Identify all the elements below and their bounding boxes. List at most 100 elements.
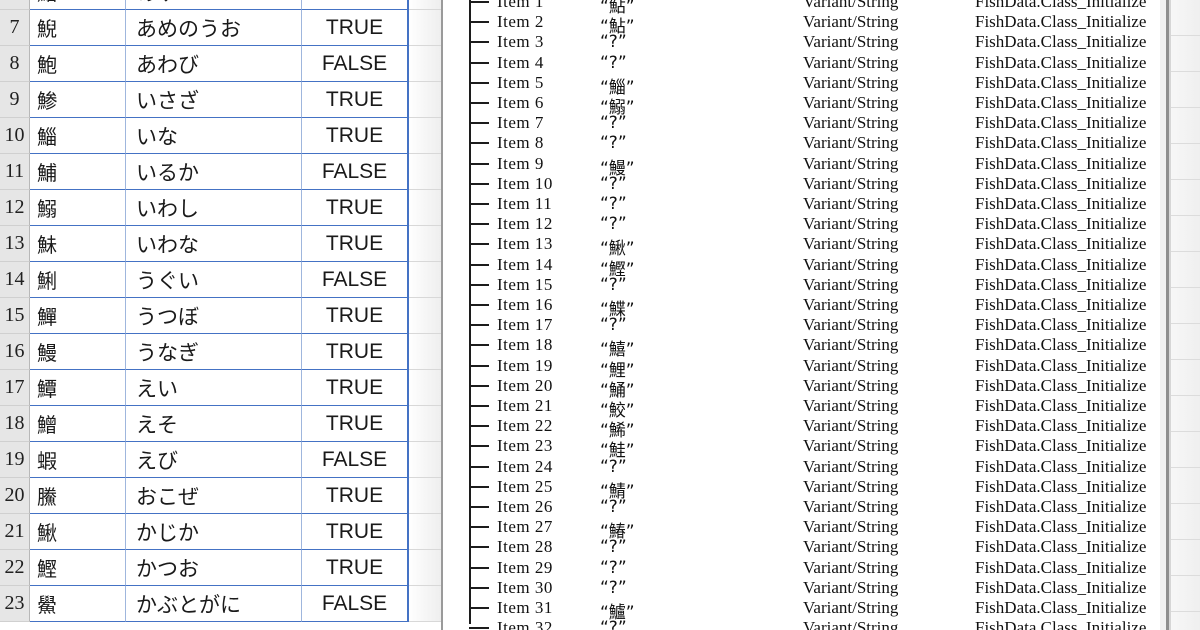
watch-item-name[interactable]: Item 1 bbox=[497, 0, 544, 12]
table-row[interactable]: 19 蝦えび FALSE bbox=[0, 442, 443, 478]
table-row[interactable]: 17 鱏えい TRUE bbox=[0, 370, 443, 406]
cell-empty[interactable] bbox=[409, 262, 443, 298]
cell-kanji[interactable]: 鯔 bbox=[30, 118, 126, 154]
cell-kanji[interactable]: 蝦 bbox=[30, 442, 126, 478]
watch-item-name[interactable]: Item 21 bbox=[497, 396, 553, 416]
cell-kanji[interactable]: 鰻 bbox=[30, 334, 126, 370]
row-header-cell[interactable]: 16 bbox=[0, 334, 30, 370]
cell-flag[interactable]: TRUE bbox=[302, 190, 409, 226]
watch-row[interactable]: Item 10 “?” Variant/String FishData.Class_I… bbox=[455, 174, 1168, 194]
cell-kana[interactable]: かつお bbox=[126, 550, 302, 586]
cell-flag[interactable]: TRUE bbox=[302, 0, 409, 10]
watch-row[interactable]: Item 23 “鮭” Variant/String FishData.Class_I… bbox=[455, 436, 1168, 461]
watch-item-value[interactable]: “?” bbox=[600, 558, 780, 578]
watch-item-name[interactable]: Item 31 bbox=[497, 598, 553, 618]
watch-row[interactable]: Item 22 “鯑” Variant/String FishData.Class_I… bbox=[455, 416, 1168, 441]
watch-row[interactable]: Item 12 “?” Variant/String FishData.Class_I… bbox=[455, 214, 1168, 234]
row-header-cell[interactable]: 23 bbox=[0, 586, 30, 622]
cell-kana[interactable]: あゆ bbox=[126, 0, 302, 10]
watch-item-name[interactable]: Item 26 bbox=[497, 497, 553, 517]
watch-item-name[interactable]: Item 22 bbox=[497, 416, 553, 436]
cell-kana[interactable]: いな bbox=[126, 118, 302, 154]
cell-flag[interactable]: TRUE bbox=[302, 478, 409, 514]
cell-kanji[interactable]: 鰍 bbox=[30, 514, 126, 550]
watch-row[interactable]: Item 32 “?” Variant/String FishData.Class_I… bbox=[455, 618, 1168, 630]
cell-empty[interactable] bbox=[409, 82, 443, 118]
cell-kanji[interactable]: 鯵 bbox=[30, 82, 126, 118]
cell-flag[interactable]: TRUE bbox=[302, 370, 409, 406]
watch-item-name[interactable]: Item 7 bbox=[497, 113, 544, 133]
cell-kanji[interactable]: 鰯 bbox=[30, 190, 126, 226]
watch-item-value[interactable]: “?” bbox=[600, 133, 780, 153]
cell-kanji[interactable]: 鱏 bbox=[30, 370, 126, 406]
row-header-cell[interactable]: 11 bbox=[0, 154, 30, 190]
watch-item-name[interactable]: Item 3 bbox=[497, 32, 544, 52]
cell-flag[interactable]: TRUE bbox=[302, 10, 409, 46]
table-row[interactable]: 14 鯏うぐい FALSE bbox=[0, 262, 443, 298]
watch-row[interactable]: Item 27 “鰆” Variant/String FishData.Class_I… bbox=[455, 517, 1168, 542]
cell-kana[interactable]: かじか bbox=[126, 514, 302, 550]
table-row[interactable]: 10 鯔いな TRUE bbox=[0, 118, 443, 154]
cell-kanji[interactable]: 鯢 bbox=[30, 10, 126, 46]
table-row[interactable]: 13 鮇いわな TRUE bbox=[0, 226, 443, 262]
watch-item-name[interactable]: Item 19 bbox=[497, 356, 553, 376]
cell-flag[interactable]: FALSE bbox=[302, 46, 409, 82]
table-row[interactable]: 6鮎あゆTRUE bbox=[0, 0, 443, 10]
watch-item-value[interactable]: “?” bbox=[600, 53, 780, 73]
watch-row[interactable]: Item 6 “鰯” Variant/String FishData.Class_In… bbox=[455, 93, 1168, 118]
cell-kana[interactable]: あめのうお bbox=[126, 10, 302, 46]
cell-kanji[interactable]: 鮎 bbox=[30, 0, 126, 10]
cell-flag[interactable]: FALSE bbox=[302, 154, 409, 190]
cell-kana[interactable]: いわな bbox=[126, 226, 302, 262]
row-header-cell[interactable]: 7 bbox=[0, 10, 30, 46]
watch-row[interactable]: Item 2 “鮎” Variant/String FishData.Class_In… bbox=[455, 12, 1168, 37]
row-header-cell[interactable]: 8 bbox=[0, 46, 30, 82]
watch-item-name[interactable]: Item 12 bbox=[497, 214, 553, 234]
watch-row[interactable]: Item 4 “?” Variant/String FishData.Class_In… bbox=[455, 53, 1168, 73]
watch-item-value[interactable]: “?” bbox=[600, 174, 780, 194]
cell-empty[interactable] bbox=[409, 298, 443, 334]
cell-empty[interactable] bbox=[409, 334, 443, 370]
cell-kanji[interactable]: 鰹 bbox=[30, 550, 126, 586]
cell-kana[interactable]: えそ bbox=[126, 406, 302, 442]
cell-flag[interactable]: TRUE bbox=[302, 82, 409, 118]
watch-item-value[interactable]: “?” bbox=[600, 497, 780, 517]
cell-flag[interactable]: TRUE bbox=[302, 514, 409, 550]
table-row[interactable]: 15 鱓うつぼ TRUE bbox=[0, 298, 443, 334]
cell-kana[interactable]: あわび bbox=[126, 46, 302, 82]
watch-row[interactable]: Item 7 “?” Variant/String FishData.Class_In… bbox=[455, 113, 1168, 133]
watch-item-value[interactable]: “?” bbox=[600, 457, 780, 477]
watch-row[interactable]: Item 18 “鱚” Variant/String FishData.Class_I… bbox=[455, 335, 1168, 360]
row-header-cell[interactable]: 22 bbox=[0, 550, 30, 586]
row-header-cell[interactable]: 13 bbox=[0, 226, 30, 262]
cell-empty[interactable] bbox=[409, 154, 443, 190]
cell-flag[interactable]: TRUE bbox=[302, 118, 409, 154]
watch-item-value[interactable]: “?” bbox=[600, 618, 780, 630]
cell-kanji[interactable]: 鱟 bbox=[30, 586, 126, 622]
cell-kana[interactable]: いるか bbox=[126, 154, 302, 190]
cell-kana[interactable]: いさざ bbox=[126, 82, 302, 118]
cell-empty[interactable] bbox=[409, 0, 443, 10]
cell-kanji[interactable]: 鯏 bbox=[30, 262, 126, 298]
cell-empty[interactable] bbox=[409, 118, 443, 154]
watch-item-name[interactable]: Item 15 bbox=[497, 275, 553, 295]
table-row[interactable]: 9 鯵いさざ TRUE bbox=[0, 82, 443, 118]
cell-flag[interactable]: TRUE bbox=[302, 226, 409, 262]
cell-empty[interactable] bbox=[409, 190, 443, 226]
row-header-cell[interactable]: 9 bbox=[0, 82, 30, 118]
row-header-cell[interactable]: 21 bbox=[0, 514, 30, 550]
table-row[interactable]: 20 鰧おこぜ TRUE bbox=[0, 478, 443, 514]
watch-item-value[interactable]: “?” bbox=[600, 275, 780, 295]
table-row[interactable]: 23 鱟かぶとがに FALSE bbox=[0, 586, 443, 622]
watch-row[interactable]: Item 19 “鯉” Variant/String FishData.Class_I… bbox=[455, 356, 1168, 381]
cell-flag[interactable]: TRUE bbox=[302, 550, 409, 586]
watch-item-name[interactable]: Item 29 bbox=[497, 558, 553, 578]
table-row[interactable]: 18 鱛えそ TRUE bbox=[0, 406, 443, 442]
watch-row[interactable]: Item 24 “?” Variant/String FishData.Class_I… bbox=[455, 457, 1168, 477]
cell-kana[interactable]: うつぼ bbox=[126, 298, 302, 334]
watch-item-value[interactable]: “?” bbox=[600, 194, 780, 214]
row-header-cell[interactable]: 6 bbox=[0, 0, 30, 10]
watch-item-name[interactable]: Item 20 bbox=[497, 376, 553, 396]
row-header-cell[interactable]: 12 bbox=[0, 190, 30, 226]
watch-item-name[interactable]: Item 25 bbox=[497, 477, 553, 497]
